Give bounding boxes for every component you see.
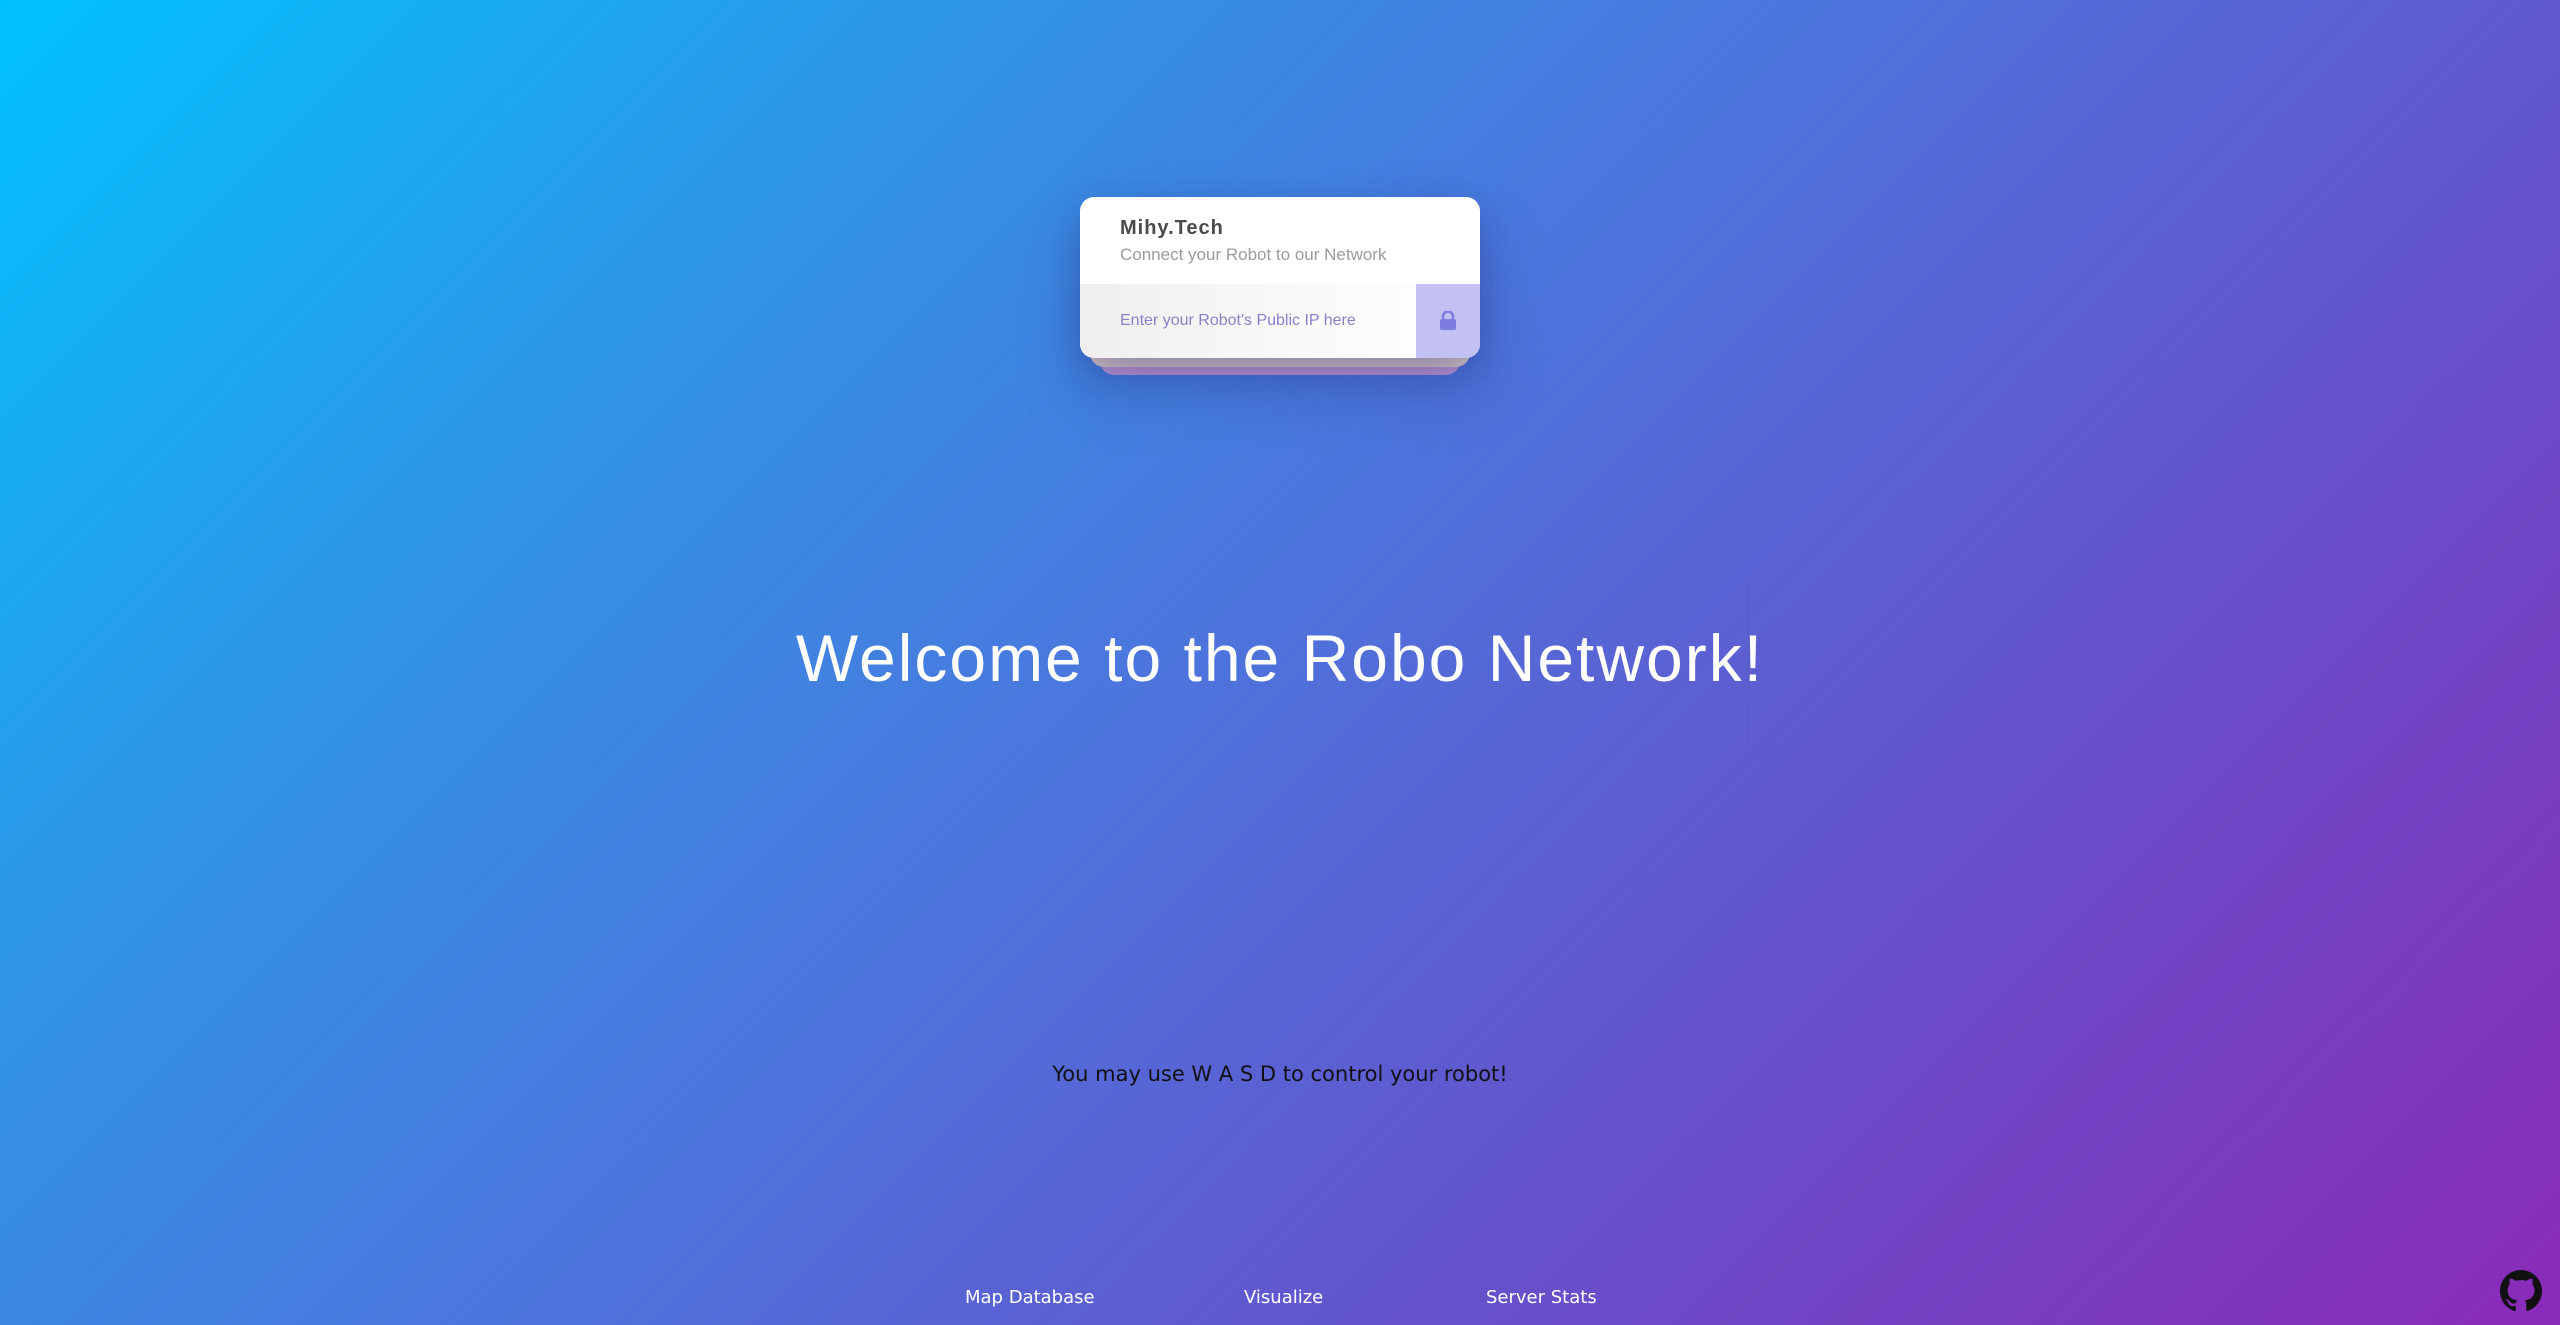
connect-card: Mihy.Tech Connect your Robot to our Netw… bbox=[1080, 197, 1480, 358]
welcome-headline: Welcome to the Robo Network! bbox=[795, 621, 1765, 695]
server-stats-link[interactable]: Server Stats bbox=[1486, 1287, 1597, 1308]
github-link[interactable] bbox=[2500, 1270, 2542, 1312]
github-icon bbox=[2500, 1270, 2542, 1311]
ip-input-row bbox=[1080, 284, 1480, 358]
controls-hint: You may use W A S D to control your robo… bbox=[1052, 1062, 1508, 1086]
visualize-link[interactable]: Visualize bbox=[1244, 1287, 1323, 1308]
map-database-link[interactable]: Map Database bbox=[965, 1287, 1095, 1308]
connect-lock-button[interactable] bbox=[1416, 284, 1480, 358]
card-tagline: Connect your Robot to our Network bbox=[1120, 245, 1387, 264]
robot-ip-input[interactable] bbox=[1080, 284, 1416, 358]
card-header: Mihy.Tech Connect your Robot to our Netw… bbox=[1120, 217, 1386, 265]
lock-icon bbox=[1440, 311, 1456, 330]
connect-card-stack: Mihy.Tech Connect your Robot to our Netw… bbox=[1080, 197, 1480, 375]
brand-title: Mihy.Tech bbox=[1120, 217, 1224, 239]
divider-line bbox=[1748, 585, 1749, 745]
